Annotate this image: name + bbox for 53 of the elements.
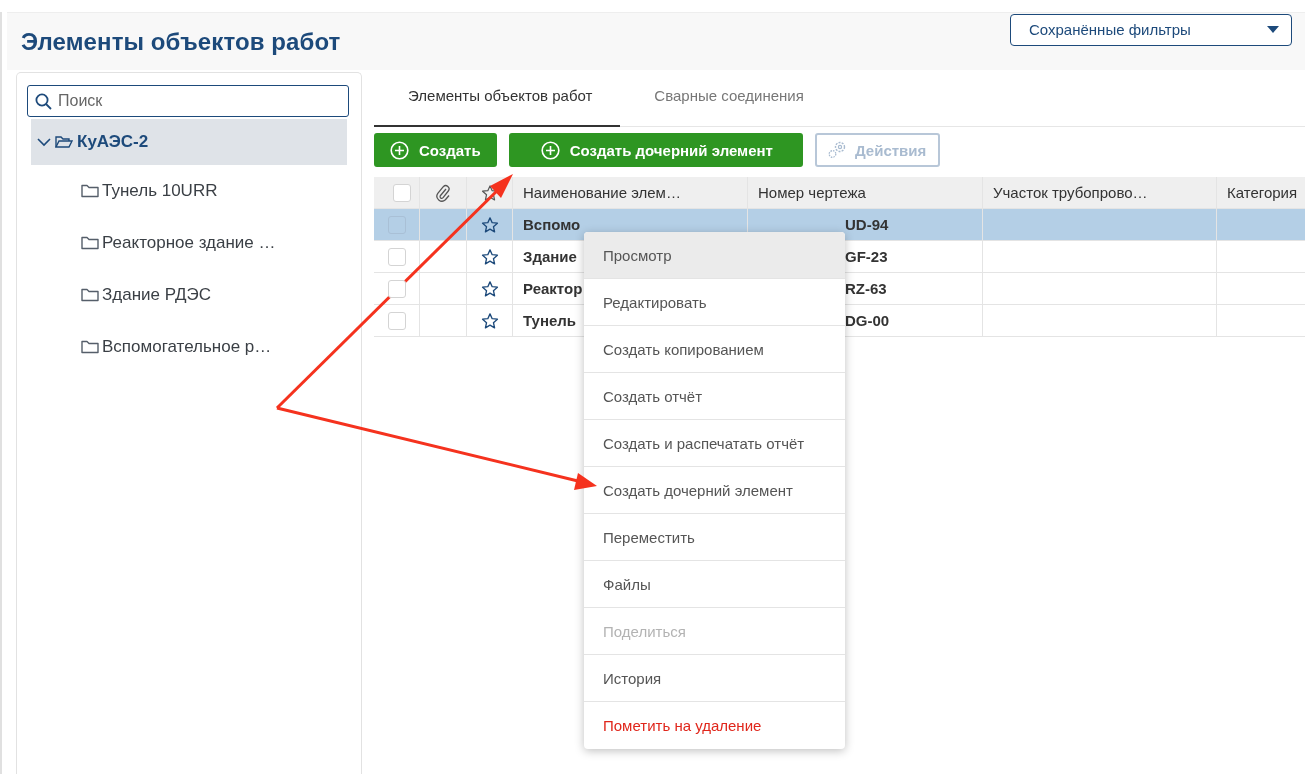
row-checkbox[interactable] xyxy=(387,279,406,298)
folder-icon xyxy=(81,236,99,250)
table-cell: DG-00 xyxy=(845,312,890,329)
row-checkbox[interactable] xyxy=(387,311,406,330)
search-field[interactable]: Поиск xyxy=(27,85,349,117)
saved-filters-dropdown[interactable]: Сохранённые фильтры xyxy=(1010,13,1292,46)
table-cell: UD-94 xyxy=(845,216,889,233)
select-all-checkbox[interactable] xyxy=(392,183,411,202)
tree-item[interactable]: Вспомогательное р… xyxy=(31,321,347,373)
column-header[interactable]: Участок трубопрово… xyxy=(983,177,1217,208)
chevron-icon xyxy=(37,137,51,147)
table-cell: Вспомо xyxy=(523,216,581,233)
column-header[interactable]: Категория xyxy=(1217,177,1305,208)
folder-icon xyxy=(81,184,99,198)
create-button[interactable]: Создать дочерний элемент xyxy=(508,133,803,167)
paperclip-icon xyxy=(436,183,450,202)
menu-item[interactable]: Редактировать xyxy=(584,279,845,326)
table-cell: RZ-63 xyxy=(845,280,887,297)
table-cell: GF-23 xyxy=(845,248,888,265)
tab[interactable]: Элементы объектов работ xyxy=(374,87,621,127)
menu-item[interactable]: Создать копированием xyxy=(584,326,845,373)
star-icon[interactable] xyxy=(480,247,499,266)
table-cell: Тунель xyxy=(523,312,577,329)
table-cell: Реактор xyxy=(523,280,583,297)
folder-icon xyxy=(81,340,99,354)
menu-item[interactable]: Файлы xyxy=(584,561,845,608)
create-button[interactable]: Создать xyxy=(374,133,497,167)
plus-circle-icon xyxy=(540,140,560,160)
tree-item[interactable]: Тунель 10URR xyxy=(31,165,347,217)
menu-item[interactable]: Создать отчёт xyxy=(584,373,845,420)
menu-item[interactable]: Пометить на удаление xyxy=(584,702,845,749)
star-icon[interactable] xyxy=(480,215,499,234)
tab[interactable]: Сварные соединения xyxy=(620,87,832,127)
column-header[interactable]: Наименование элем… xyxy=(513,177,748,208)
folder-icon xyxy=(55,135,73,149)
caret-icon xyxy=(1267,26,1279,33)
tree-item[interactable]: Здание РДЭС xyxy=(31,269,347,321)
menu-item[interactable]: История xyxy=(584,655,845,702)
table-cell: Здание xyxy=(523,248,577,265)
folder-icon xyxy=(81,288,99,302)
column-header[interactable]: Номер чертежа xyxy=(748,177,983,208)
menu-item[interactable]: Просмотр xyxy=(584,232,845,279)
page-title: Элементы объектов работ xyxy=(21,27,341,56)
star-icon[interactable] xyxy=(480,279,499,298)
plus-circle-icon xyxy=(390,140,409,160)
menu-item[interactable]: Переместить xyxy=(584,514,845,561)
tree-item[interactable]: КуАЭС-2 xyxy=(31,119,347,165)
menu-item[interactable]: Создать и распечатать отчёт xyxy=(584,420,845,467)
star-icon[interactable] xyxy=(480,311,499,330)
search-icon xyxy=(35,93,52,110)
row-checkbox[interactable] xyxy=(387,247,406,266)
tree-item[interactable]: Реакторное здание … xyxy=(31,217,347,269)
table-row[interactable]: Вспомо UD-94 xyxy=(374,209,1305,241)
